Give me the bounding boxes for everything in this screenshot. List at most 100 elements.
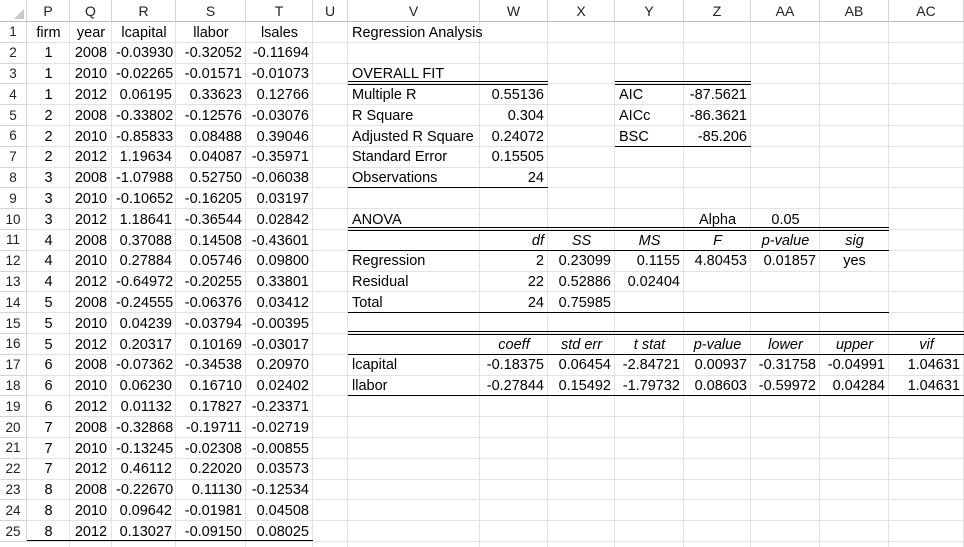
- anova-df[interactable]: 24: [480, 293, 548, 313]
- data-cell[interactable]: -0.13245: [112, 439, 176, 459]
- data-cell[interactable]: 0.13027: [112, 522, 176, 542]
- data-cell[interactable]: 0.22020: [176, 459, 246, 479]
- anova-row-label[interactable]: Regression: [348, 251, 480, 271]
- coef-header-stderr[interactable]: std err: [548, 335, 615, 355]
- row-header-23[interactable]: 23: [0, 479, 27, 501]
- data-cell[interactable]: 0.17827: [176, 397, 246, 417]
- anova-f[interactable]: 4.80453: [684, 251, 751, 271]
- info-criterion-value[interactable]: -86.3621: [684, 106, 751, 126]
- data-cell[interactable]: 7: [27, 439, 70, 459]
- column-label-year[interactable]: year: [70, 23, 112, 43]
- data-cell[interactable]: -0.12534: [246, 480, 313, 500]
- coef-value[interactable]: -0.31758: [751, 355, 820, 375]
- anova-ms[interactable]: 0.02404: [615, 272, 684, 292]
- column-header-r[interactable]: R: [112, 0, 176, 22]
- coef-header-upper[interactable]: upper: [820, 335, 889, 355]
- data-cell[interactable]: 1.19634: [112, 147, 176, 167]
- anova-ms[interactable]: [615, 293, 684, 313]
- data-cell[interactable]: 4: [27, 251, 70, 271]
- coef-row-label[interactable]: lcapital: [348, 355, 480, 375]
- anova-sig[interactable]: [820, 293, 889, 313]
- data-cell[interactable]: -0.03076: [246, 106, 313, 126]
- coef-header-pvalue[interactable]: p-value: [684, 335, 751, 355]
- column-header-p[interactable]: P: [27, 0, 70, 22]
- coef-row-label[interactable]: llabor: [348, 376, 480, 396]
- column-label-lsales[interactable]: lsales: [246, 23, 313, 43]
- data-cell[interactable]: 3: [27, 189, 70, 209]
- data-cell[interactable]: 2010: [70, 127, 112, 147]
- column-header-y[interactable]: Y: [615, 0, 684, 22]
- row-header-21[interactable]: 21: [0, 438, 27, 459]
- data-cell[interactable]: -0.24555: [112, 293, 176, 313]
- row-header-4[interactable]: 4: [0, 84, 27, 106]
- row-header-14[interactable]: 14: [0, 292, 27, 314]
- data-cell[interactable]: 1: [27, 85, 70, 105]
- anova-header-df[interactable]: df: [480, 231, 548, 251]
- column-header-aa[interactable]: AA: [751, 0, 820, 22]
- coef-value[interactable]: 0.08603: [684, 376, 751, 396]
- fit-stat-value[interactable]: 0.15505: [480, 147, 548, 167]
- data-cell[interactable]: -0.03017: [246, 335, 313, 355]
- anova-p-value[interactable]: [751, 272, 820, 292]
- data-cell[interactable]: 4: [27, 272, 70, 292]
- data-cell[interactable]: 2008: [70, 293, 112, 313]
- data-cell[interactable]: 2010: [70, 376, 112, 396]
- data-cell[interactable]: 0.12766: [246, 85, 313, 105]
- data-cell[interactable]: 8: [27, 480, 70, 500]
- data-cell[interactable]: 0.04239: [112, 314, 176, 334]
- data-cell[interactable]: -0.01571: [176, 64, 246, 84]
- data-cell[interactable]: -0.32868: [112, 418, 176, 438]
- data-cell[interactable]: 0.39046: [246, 127, 313, 147]
- coef-value[interactable]: 0.15492: [548, 376, 615, 396]
- data-cell[interactable]: 2008: [70, 43, 112, 63]
- data-cell[interactable]: 2010: [70, 64, 112, 84]
- column-label-llabor[interactable]: llabor: [176, 23, 246, 43]
- fit-stat-label[interactable]: Observations: [348, 168, 480, 188]
- coef-value[interactable]: -1.79732: [615, 376, 684, 396]
- data-cell[interactable]: -0.03794: [176, 314, 246, 334]
- data-cell[interactable]: 2012: [70, 210, 112, 230]
- row-header-22[interactable]: 22: [0, 458, 27, 480]
- row-header-25[interactable]: 25: [0, 521, 27, 542]
- data-cell[interactable]: 8: [27, 522, 70, 542]
- data-cell[interactable]: 2010: [70, 251, 112, 271]
- data-cell[interactable]: 2008: [70, 106, 112, 126]
- regression-title[interactable]: Regression Analysis: [348, 23, 483, 43]
- coef-value[interactable]: -0.18375: [480, 355, 548, 375]
- data-cell[interactable]: -0.16205: [176, 189, 246, 209]
- data-cell[interactable]: 4: [27, 231, 70, 251]
- data-cell[interactable]: -0.02719: [246, 418, 313, 438]
- data-cell[interactable]: 2008: [70, 480, 112, 500]
- data-cell[interactable]: 2008: [70, 355, 112, 375]
- column-header-ab[interactable]: AB: [820, 0, 889, 22]
- data-cell[interactable]: -0.34538: [176, 355, 246, 375]
- data-cell[interactable]: 0.04508: [246, 501, 313, 521]
- data-cell[interactable]: 2: [27, 127, 70, 147]
- data-cell[interactable]: 0.03573: [246, 459, 313, 479]
- data-cell[interactable]: 2010: [70, 189, 112, 209]
- data-cell[interactable]: 0.09642: [112, 501, 176, 521]
- data-cell[interactable]: 2: [27, 147, 70, 167]
- data-cell[interactable]: -0.20255: [176, 272, 246, 292]
- data-cell[interactable]: 0.52750: [176, 168, 246, 188]
- anova-header-f[interactable]: F: [684, 231, 751, 251]
- column-label-lcapital[interactable]: lcapital: [112, 23, 176, 43]
- anova-header-ms[interactable]: MS: [615, 231, 684, 251]
- data-cell[interactable]: 3: [27, 210, 70, 230]
- anova-header-sig[interactable]: sig: [820, 231, 889, 251]
- info-criterion-value[interactable]: -85.206: [684, 127, 751, 147]
- data-cell[interactable]: 1: [27, 64, 70, 84]
- coef-header-vif[interactable]: vif: [889, 335, 964, 355]
- data-cell[interactable]: -0.64972: [112, 272, 176, 292]
- data-cell[interactable]: -0.07362: [112, 355, 176, 375]
- anova-f[interactable]: [684, 293, 751, 313]
- data-cell[interactable]: 0.14508: [176, 231, 246, 251]
- anova-header-pvalue[interactable]: p-value: [751, 231, 820, 251]
- row-header-11[interactable]: 11: [0, 230, 27, 251]
- data-cell[interactable]: 0.46112: [112, 459, 176, 479]
- data-cell[interactable]: -0.32052: [176, 43, 246, 63]
- fit-stat-label[interactable]: Adjusted R Square: [348, 127, 480, 147]
- anova-p-value[interactable]: [751, 293, 820, 313]
- data-cell[interactable]: 0.33623: [176, 85, 246, 105]
- data-cell[interactable]: 0.20317: [112, 335, 176, 355]
